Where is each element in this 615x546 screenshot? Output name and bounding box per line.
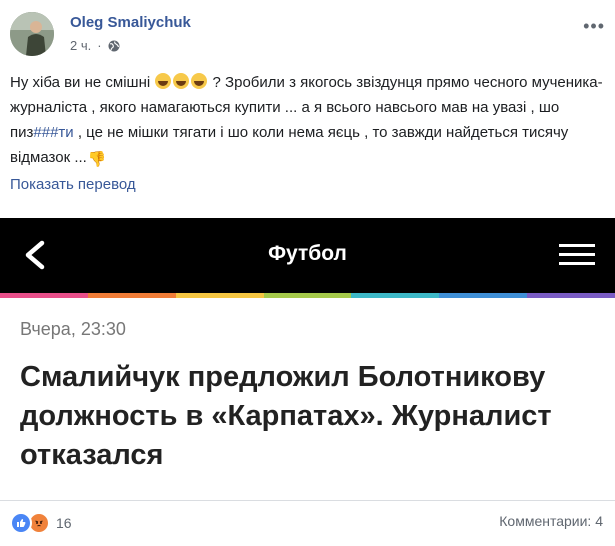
footer-divider bbox=[0, 500, 615, 501]
section-title: Футбол bbox=[268, 242, 347, 265]
globe-icon[interactable] bbox=[108, 40, 120, 52]
post-text-part: Ну хіба ви не смішні bbox=[10, 74, 155, 91]
thumbs-down-emoji-icon: 👎 bbox=[87, 151, 107, 168]
stripe-segment bbox=[263, 293, 352, 298]
comments-count-link[interactable]: Комментарии: 4 bbox=[499, 513, 603, 529]
post-text: Ну хіба ви не смішні ? Зробили з якогось… bbox=[10, 70, 605, 172]
author-name[interactable]: Oleg Smaliychuk bbox=[70, 14, 191, 31]
stripe-segment bbox=[439, 293, 528, 298]
article-headline: Смалийчук предложил Болотникову должност… bbox=[20, 361, 552, 471]
article-timestamp: Вчера, 23:30 bbox=[20, 319, 126, 339]
stripe-segment bbox=[351, 293, 440, 298]
post-meta: 2 ч. · bbox=[70, 38, 120, 53]
laughing-emoji-icon bbox=[173, 73, 190, 89]
stripe-segment bbox=[87, 293, 176, 298]
stripe-segment bbox=[527, 293, 615, 298]
color-stripe bbox=[0, 293, 615, 298]
shared-image[interactable]: Футбол Вчера, 23:30 Смалийчук предложил … bbox=[0, 218, 615, 500]
avatar[interactable] bbox=[10, 12, 54, 56]
post-header: Oleg Smaliychuk 2 ч. · ••• bbox=[10, 10, 605, 60]
laughing-emoji-icon bbox=[191, 73, 208, 89]
shared-image-topbar: Футбол bbox=[0, 218, 615, 293]
show-translation-link[interactable]: Показать перевод bbox=[10, 176, 136, 193]
stripe-segment bbox=[175, 293, 264, 298]
dot-separator: · bbox=[97, 38, 102, 53]
stripe-segment bbox=[0, 293, 88, 298]
reactions-count: 16 bbox=[56, 515, 72, 531]
more-options-icon[interactable]: ••• bbox=[583, 16, 605, 37]
reactions-summary[interactable]: 16 bbox=[10, 512, 72, 534]
like-reaction-icon bbox=[10, 512, 32, 534]
hamburger-menu-icon bbox=[559, 244, 595, 266]
laughing-emoji-icon bbox=[155, 73, 172, 89]
post-time[interactable]: 2 ч. bbox=[70, 38, 91, 53]
hashtag-link[interactable]: ###ти bbox=[33, 124, 73, 141]
